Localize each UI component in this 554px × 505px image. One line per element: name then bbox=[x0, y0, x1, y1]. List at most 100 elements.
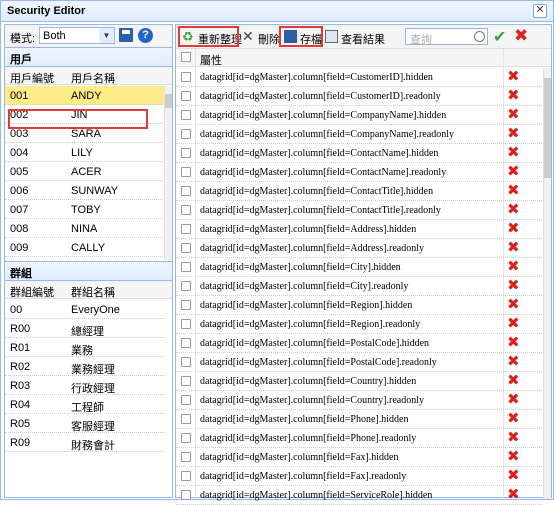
row-checkbox[interactable] bbox=[181, 281, 191, 291]
search-input[interactable]: 查詢 bbox=[405, 28, 488, 46]
delete-row-icon[interactable]: ✖ bbox=[507, 335, 520, 351]
save-icon[interactable] bbox=[119, 28, 133, 42]
row-checkbox[interactable] bbox=[181, 357, 191, 367]
attribute-row[interactable]: datagrid[id=dgMaster].column[field=Count… bbox=[176, 372, 542, 391]
delete-row-icon[interactable]: ✖ bbox=[507, 164, 520, 180]
attribute-row[interactable]: datagrid[id=dgMaster].column[field=Addre… bbox=[176, 220, 542, 239]
row-checkbox[interactable] bbox=[181, 110, 191, 120]
delete-row-icon[interactable]: ✖ bbox=[507, 126, 520, 142]
col-group-id[interactable]: 群組編號 bbox=[10, 284, 54, 300]
row-checkbox[interactable] bbox=[181, 148, 191, 158]
group-row[interactable]: R09 財務會計 bbox=[5, 433, 165, 452]
delete-row-icon[interactable]: ✖ bbox=[507, 259, 520, 275]
delete-row-icon[interactable]: ✖ bbox=[507, 240, 520, 256]
help-icon[interactable]: ? bbox=[138, 28, 153, 43]
user-row[interactable]: 008 NINA bbox=[5, 219, 165, 238]
delete-row-icon[interactable]: ✖ bbox=[507, 202, 520, 218]
attribute-row[interactable]: datagrid[id=dgMaster].column[field=Regio… bbox=[176, 296, 542, 315]
attribute-row[interactable]: datagrid[id=dgMaster].column[field=Posta… bbox=[176, 334, 542, 353]
delete-row-icon[interactable]: ✖ bbox=[507, 297, 520, 313]
user-row[interactable]: 005 ACER bbox=[5, 162, 165, 181]
row-checkbox[interactable] bbox=[181, 433, 191, 443]
attribute-row[interactable]: datagrid[id=dgMaster].column[field=City]… bbox=[176, 258, 542, 277]
chevron-down-icon[interactable]: ▼ bbox=[99, 28, 114, 43]
delete-row-icon[interactable]: ✖ bbox=[507, 373, 520, 389]
select-all-checkbox[interactable] bbox=[181, 52, 191, 62]
attribute-row[interactable]: datagrid[id=dgMaster].column[field=Compa… bbox=[176, 106, 542, 125]
close-button[interactable]: ✕ bbox=[533, 4, 547, 18]
user-row[interactable]: 009 CALLY bbox=[5, 238, 165, 257]
cancel-x-icon[interactable]: ✖ bbox=[514, 26, 528, 46]
delete-row-icon[interactable]: ✖ bbox=[507, 449, 520, 465]
attribute-row[interactable]: datagrid[id=dgMaster].column[field=Addre… bbox=[176, 239, 542, 258]
row-checkbox[interactable] bbox=[181, 91, 191, 101]
attribute-row[interactable]: datagrid[id=dgMaster].column[field=Phone… bbox=[176, 410, 542, 429]
delete-row-icon[interactable]: ✖ bbox=[507, 354, 520, 370]
attribute-row[interactable]: datagrid[id=dgMaster].column[field=Fax].… bbox=[176, 448, 542, 467]
attribute-row[interactable]: datagrid[id=dgMaster].column[field=Conta… bbox=[176, 201, 542, 220]
row-checkbox[interactable] bbox=[181, 471, 191, 481]
delete-row-icon[interactable]: ✖ bbox=[507, 107, 520, 123]
col-group-name[interactable]: 群組名稱 bbox=[71, 284, 115, 300]
attribute-row[interactable]: datagrid[id=dgMaster].column[field=Conta… bbox=[176, 182, 542, 201]
attributes-scrollbar[interactable] bbox=[543, 68, 551, 499]
delete-row-icon[interactable]: ✖ bbox=[507, 487, 520, 503]
row-checkbox[interactable] bbox=[181, 205, 191, 215]
group-row[interactable]: R00 總經理 bbox=[5, 319, 165, 338]
delete-row-icon[interactable]: ✖ bbox=[507, 69, 520, 85]
attribute-row[interactable]: datagrid[id=dgMaster].column[field=Custo… bbox=[176, 87, 542, 106]
delete-row-icon[interactable]: ✖ bbox=[507, 88, 520, 104]
attribute-row[interactable]: datagrid[id=dgMaster].column[field=Compa… bbox=[176, 125, 542, 144]
row-checkbox[interactable] bbox=[181, 300, 191, 310]
row-checkbox[interactable] bbox=[181, 414, 191, 424]
attribute-row[interactable]: datagrid[id=dgMaster].column[field=Conta… bbox=[176, 163, 542, 182]
user-row[interactable]: 007 TOBY bbox=[5, 200, 165, 219]
attributes-scrollbar-thumb[interactable] bbox=[544, 78, 551, 178]
delete-row-icon[interactable]: ✖ bbox=[507, 278, 520, 294]
row-checkbox[interactable] bbox=[181, 490, 191, 500]
row-checkbox[interactable] bbox=[181, 243, 191, 253]
attribute-row[interactable]: datagrid[id=dgMaster].column[field=City]… bbox=[176, 277, 542, 296]
row-checkbox[interactable] bbox=[181, 186, 191, 196]
group-row[interactable]: R01 業務 bbox=[5, 338, 165, 357]
row-checkbox[interactable] bbox=[181, 167, 191, 177]
attribute-row[interactable]: datagrid[id=dgMaster].column[field=Servi… bbox=[176, 486, 542, 505]
group-row[interactable]: R02 業務經理 bbox=[5, 357, 165, 376]
user-row[interactable]: 004 LILY bbox=[5, 143, 165, 162]
row-checkbox[interactable] bbox=[181, 338, 191, 348]
delete-row-icon[interactable]: ✖ bbox=[507, 316, 520, 332]
delete-row-icon[interactable]: ✖ bbox=[507, 430, 520, 446]
checkmark-icon[interactable]: ✔ bbox=[493, 27, 506, 47]
col-user-id[interactable]: 用戶編號 bbox=[10, 70, 54, 86]
users-scrollbar-thumb[interactable] bbox=[165, 94, 172, 108]
row-checkbox[interactable] bbox=[181, 376, 191, 386]
row-checkbox[interactable] bbox=[181, 129, 191, 139]
attribute-row[interactable]: datagrid[id=dgMaster].column[field=Count… bbox=[176, 391, 542, 410]
view-result-button[interactable]: 查看結果 bbox=[325, 29, 393, 46]
col-user-name[interactable]: 用戶名稱 bbox=[71, 70, 115, 86]
delete-row-icon[interactable]: ✖ bbox=[507, 392, 520, 408]
group-row[interactable]: R05 客服經理 bbox=[5, 414, 165, 433]
row-checkbox[interactable] bbox=[181, 395, 191, 405]
attribute-row[interactable]: datagrid[id=dgMaster].column[field=Posta… bbox=[176, 353, 542, 372]
user-row[interactable]: 006 SUNWAY bbox=[5, 181, 165, 200]
group-row[interactable]: R03 行政經理 bbox=[5, 376, 165, 395]
group-row[interactable]: 00 EveryOne bbox=[5, 300, 165, 319]
user-row[interactable]: 001 ANDY bbox=[5, 86, 165, 105]
delete-row-icon[interactable]: ✖ bbox=[507, 221, 520, 237]
attribute-row[interactable]: datagrid[id=dgMaster].column[field=Custo… bbox=[176, 68, 542, 87]
mode-select[interactable]: Both ▼ bbox=[39, 27, 115, 44]
attribute-row[interactable]: datagrid[id=dgMaster].column[field=Fax].… bbox=[176, 467, 542, 486]
group-row[interactable]: R04 工程師 bbox=[5, 395, 165, 414]
row-checkbox[interactable] bbox=[181, 319, 191, 329]
attribute-row[interactable]: datagrid[id=dgMaster].column[field=Phone… bbox=[176, 429, 542, 448]
users-scrollbar[interactable] bbox=[164, 86, 172, 260]
row-checkbox[interactable] bbox=[181, 224, 191, 234]
row-checkbox[interactable] bbox=[181, 452, 191, 462]
delete-row-icon[interactable]: ✖ bbox=[507, 468, 520, 484]
attribute-row[interactable]: datagrid[id=dgMaster].column[field=Regio… bbox=[176, 315, 542, 334]
delete-row-icon[interactable]: ✖ bbox=[507, 183, 520, 199]
col-attribute[interactable]: 屬性 bbox=[200, 52, 222, 68]
row-checkbox[interactable] bbox=[181, 262, 191, 272]
delete-row-icon[interactable]: ✖ bbox=[507, 145, 520, 161]
